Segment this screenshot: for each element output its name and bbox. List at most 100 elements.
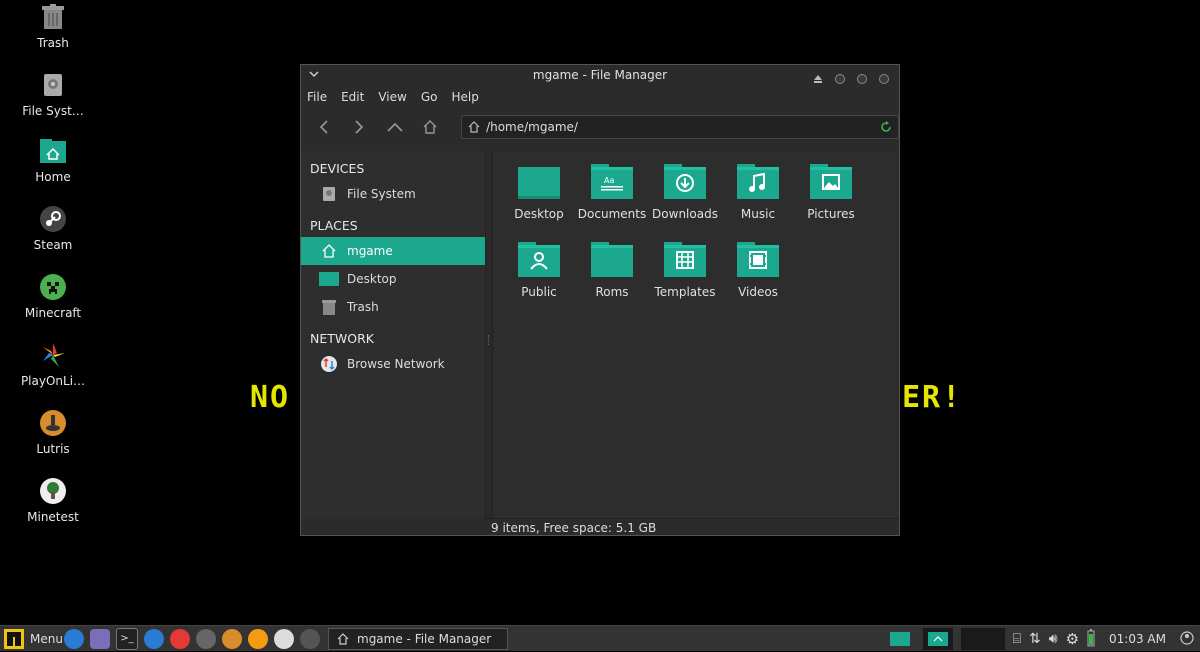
menu-edit[interactable]: Edit: [341, 90, 364, 104]
shade-button[interactable]: [813, 69, 823, 88]
taskbar-item-file-manager[interactable]: mgame - File Manager: [328, 627, 508, 650]
game-icon[interactable]: [248, 628, 268, 649]
taskbar-item-label: mgame - File Manager: [357, 631, 492, 646]
file-item-documents[interactable]: Aa Documents: [576, 161, 648, 221]
desktop-icon-trash[interactable]: Trash: [8, 2, 98, 50]
reload-button[interactable]: [880, 121, 892, 136]
taskbar: Menu >_ mgame - File Manager ⌸ ⇅ 🔊︎ ⚙ 01…: [0, 625, 1200, 651]
home-folder-icon: [38, 136, 68, 166]
desktop-icon-steam[interactable]: Steam: [8, 204, 98, 252]
file-item-label: Videos: [738, 285, 778, 299]
utility-icon[interactable]: [300, 628, 320, 649]
public-folder-icon: [517, 239, 561, 279]
file-item-videos[interactable]: Videos: [722, 239, 794, 299]
videos-folder-icon: [736, 239, 780, 279]
desktop-icon-file-system[interactable]: File Syst…: [8, 70, 98, 118]
terminal-icon[interactable]: >_: [116, 627, 138, 650]
file-item-public[interactable]: Public: [503, 239, 575, 299]
drive-icon: [319, 185, 339, 203]
media-player-icon[interactable]: [170, 628, 190, 649]
sidebar-item-label: mgame: [347, 244, 393, 258]
location-bar[interactable]: /home/mgame/: [461, 115, 899, 139]
clipboard-icon[interactable]: ⌸: [1013, 631, 1021, 647]
maximize-button[interactable]: [857, 73, 867, 84]
desktop-icon-home[interactable]: Home: [8, 136, 98, 184]
title-bar[interactable]: mgame - File Manager: [301, 65, 899, 87]
sidebar-item-mgame[interactable]: mgame: [301, 237, 485, 265]
file-item-music[interactable]: Music: [722, 161, 794, 221]
desktop-icon-label: Trash: [37, 36, 69, 50]
desktop-icon-lutris[interactable]: Lutris: [8, 408, 98, 456]
status-bar: 9 items, Free space: 5.1 GB: [485, 518, 899, 536]
steam-icon: [38, 204, 68, 234]
minimize-button[interactable]: [835, 73, 845, 84]
desktop-icon-label: Home: [35, 170, 71, 184]
up-button[interactable]: [382, 114, 408, 140]
reload-icon: [881, 121, 891, 132]
file-item-label: Music: [740, 207, 776, 221]
forward-button[interactable]: [347, 114, 373, 140]
menu-help[interactable]: Help: [451, 90, 478, 104]
workspace-3[interactable]: [960, 628, 1005, 650]
file-manager-window: mgame - File Manager File Edit View Go H…: [300, 64, 900, 536]
chevron-right-icon: [355, 120, 364, 134]
sidebar-item-file-system[interactable]: File System: [301, 180, 485, 208]
sidebar-item-desktop[interactable]: Desktop: [301, 265, 485, 293]
file-item-pictures[interactable]: Pictures: [795, 161, 867, 221]
desktop-icon-label: Steam: [33, 238, 73, 252]
file-item-roms[interactable]: Roms: [576, 239, 648, 299]
drive-icon: [38, 70, 68, 100]
wallpaper-text-left: NO: [250, 380, 291, 415]
svg-text:Aa: Aa: [604, 176, 614, 185]
manjaro-icon: [4, 628, 24, 649]
start-menu-button[interactable]: Menu: [0, 628, 64, 649]
menu-file[interactable]: File: [307, 90, 327, 104]
sidebar-item-browse-network[interactable]: Browse Network: [301, 350, 485, 378]
desktop-icon-minetest[interactable]: Minetest: [8, 476, 98, 524]
desktop-icon-minecraft[interactable]: Minecraft: [8, 272, 98, 320]
file-item-label: Downloads: [652, 207, 718, 221]
desktop-icon-playonlinux[interactable]: PlayOnLi…: [8, 340, 98, 388]
sidebar-item-trash[interactable]: Trash: [301, 293, 485, 321]
desktop-icon-label: Minetest: [27, 510, 79, 524]
sidebar-item-label: Browse Network: [347, 357, 445, 371]
file-item-downloads[interactable]: Downloads: [649, 161, 721, 221]
network-transfer-icon[interactable]: ⇅: [1029, 631, 1041, 647]
file-item-desktop[interactable]: Desktop: [503, 161, 575, 221]
mouse-icon[interactable]: [274, 628, 294, 649]
menu-go[interactable]: Go: [421, 90, 438, 104]
settings-gear-icon[interactable]: ⚙: [1066, 630, 1079, 648]
network-icon: [319, 355, 339, 373]
user-icon[interactable]: [1180, 630, 1200, 648]
clock[interactable]: 01:03 AM: [1103, 632, 1172, 646]
home-icon: [337, 632, 349, 645]
software-center-icon[interactable]: [144, 628, 164, 649]
home-icon: [468, 121, 480, 133]
desktop-icon-label: Lutris: [36, 442, 70, 456]
volume-icon[interactable]: 🔊︎: [1049, 631, 1058, 647]
home-icon: [319, 242, 339, 260]
minecraft-icon: [38, 272, 68, 302]
menu-view[interactable]: View: [378, 90, 406, 104]
home-button[interactable]: [418, 114, 444, 140]
menu-bar: File Edit View Go Help: [301, 87, 899, 107]
sidebar-item-label: Trash: [347, 300, 379, 314]
battery-icon[interactable]: [1087, 628, 1095, 650]
workspace-2[interactable]: [922, 628, 953, 650]
home-icon: [423, 120, 437, 134]
file-manager-icon[interactable]: [90, 628, 110, 649]
workspace-1[interactable]: [885, 628, 915, 650]
file-item-label: Pictures: [807, 207, 855, 221]
close-button[interactable]: [879, 73, 889, 84]
file-item-templates[interactable]: Templates: [649, 239, 721, 299]
browser-icon[interactable]: [64, 628, 84, 649]
lutris-icon[interactable]: [222, 628, 242, 649]
desktop-icon-label: Minecraft: [24, 306, 82, 320]
back-button[interactable]: [311, 114, 337, 140]
downloads-folder-icon: [663, 161, 707, 201]
trash-icon: [38, 2, 68, 32]
desktop-icon: [319, 270, 339, 288]
steam-icon[interactable]: [196, 628, 216, 649]
window-title: mgame - File Manager: [532, 68, 668, 82]
chevron-left-icon: [319, 120, 328, 134]
